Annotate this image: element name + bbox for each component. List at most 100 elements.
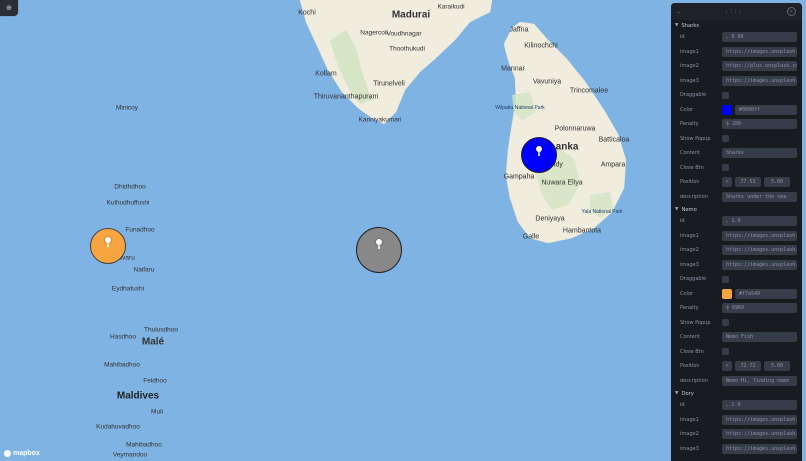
row-label: Draggable — [680, 276, 707, 283]
folder-toggle-icon: ▼ — [675, 391, 679, 396]
position-y-input[interactable]: 5.00 — [764, 361, 790, 372]
row-color: Color #0000ff — [671, 103, 802, 118]
marker-sharks[interactable] — [521, 137, 557, 173]
image2-input[interactable]: https://images.unsplash.com — [722, 429, 797, 440]
map-label: Naifaru — [133, 266, 155, 274]
collapse-icon[interactable]: ⌄ — [677, 8, 681, 15]
row-label: image1 — [680, 48, 699, 55]
color-swatch[interactable] — [722, 288, 732, 299]
map-label: Gampaha — [503, 173, 535, 181]
marker-dory[interactable] — [356, 227, 402, 273]
folder-sharks[interactable]: ▼ Sharks — [671, 21, 802, 30]
image2-input[interactable]: https://images.unsplash.com — [722, 245, 797, 256]
row-label: Penalty — [680, 305, 699, 312]
description-input[interactable]: Nemo Hi, finding nemo — [722, 375, 797, 386]
folder-group: ▼ Sharks id 0.00 image1 https://images.uns… — [671, 21, 802, 204]
show-popup-checkbox[interactable] — [722, 319, 729, 327]
row-color: Color #f7a540 — [671, 287, 802, 302]
map-label: Karaikudi — [437, 3, 465, 11]
row-id: id 2.0 — [671, 398, 802, 413]
image1-input[interactable]: https://images.unsplash.com — [722, 414, 797, 425]
show-popup-checkbox[interactable] — [722, 135, 729, 143]
content-input[interactable]: Nemo Fish — [722, 332, 797, 343]
folder-nemo[interactable]: ▼ Nemo — [671, 205, 802, 214]
map-label: Kochi — [298, 9, 316, 17]
color-input[interactable]: #0000ff — [735, 104, 797, 115]
close-icon[interactable]: × — [786, 7, 796, 16]
folder-dory[interactable]: ▼ Dory — [671, 389, 802, 398]
map-label: Jaffna — [509, 26, 529, 34]
folder-title: Sharks — [681, 22, 700, 29]
image2-input[interactable]: https://plus.unsplash.com — [722, 61, 797, 72]
folder-group: ▼ Dory id 2.0 image1 https://images.unspla… — [671, 389, 802, 456]
panel-folders: ▼ Sharks id 0.00 image1 https://images.uns… — [671, 21, 802, 456]
description-input[interactable]: Sharks under the sea — [722, 191, 797, 202]
map-label: Thulusdhoo — [144, 326, 178, 334]
row-label: Position — [680, 179, 700, 186]
row-label: image1 — [680, 416, 699, 423]
draggable-checkbox[interactable] — [722, 91, 729, 99]
map-menu-button[interactable]: ⊕ — [0, 0, 19, 17]
image3-input[interactable]: https://images.unsplash.com — [722, 259, 797, 270]
map-label: Thiruvananthapuram — [313, 93, 379, 101]
image1-input[interactable]: https://images.unsplash.com — [722, 46, 797, 57]
row-description: description Sharks under the sea — [671, 190, 802, 205]
drag-handle[interactable]: :::: — [725, 8, 743, 15]
map-label: Polonnaruwa — [554, 125, 596, 133]
position-x-input[interactable]: 77.53 — [735, 177, 761, 188]
image3-input[interactable]: https://images.unsplash.com — [722, 443, 797, 454]
row-label: Show Popup — [680, 319, 711, 326]
map-label: Madurai — [391, 9, 431, 21]
id-input[interactable]: 1.0 — [722, 216, 797, 227]
image1-input[interactable]: https://images.unsplash.com — [722, 230, 797, 241]
position-y-input[interactable]: 5.00 — [764, 177, 790, 188]
marker-nemo[interactable] — [90, 228, 126, 264]
map-label: Kulhudhuffushi — [106, 199, 150, 207]
map-label: Batticaloa — [598, 136, 630, 144]
row-position: Position <72.72 5.00 — [671, 359, 802, 374]
position-reset-button[interactable]: < — [722, 361, 732, 372]
map-label: Hasdhoo — [109, 333, 137, 341]
id-input[interactable]: 0.00 — [722, 32, 797, 43]
map-label: Muli — [151, 408, 163, 416]
row-label: description — [680, 193, 708, 200]
map-label: Mannar — [501, 65, 525, 73]
map-label: Feldhoo — [143, 377, 167, 385]
penalty-input[interactable]: $ 200 — [722, 119, 797, 130]
row-label: Close Btn — [680, 164, 704, 171]
close-btn-checkbox[interactable] — [722, 348, 729, 356]
row-content: Content Nemo Fish — [671, 330, 802, 345]
position-reset-button[interactable]: < — [722, 177, 732, 188]
color-input[interactable]: #f7a540 — [735, 288, 797, 299]
row-id: id 0.00 — [671, 30, 802, 45]
map-label: Veymandoo — [112, 451, 148, 459]
row-label: image2 — [680, 247, 699, 254]
map-label: Kudahuvadhoo — [96, 423, 140, 431]
row-position: Position <77.53 5.00 — [671, 175, 802, 190]
row-show_popup: Show Popup — [671, 132, 802, 147]
row-image2: image2 https://images.unsplash.com — [671, 427, 802, 442]
id-input[interactable]: 2.0 — [722, 400, 797, 411]
pin-icon — [536, 146, 542, 153]
folder-group: ▼ Nemo id 1.0 image1 https://images.unspla… — [671, 205, 802, 388]
row-image2: image2 https://plus.unsplash.com — [671, 59, 802, 74]
controls-panel: ⌄ :::: × ▼ Sharks id0.00 image1https://i… — [671, 3, 802, 461]
penalty-input[interactable]: $ 6969 — [722, 303, 797, 314]
content-input[interactable]: Sharks — [722, 148, 797, 159]
position-x-input[interactable]: 72.72 — [735, 361, 761, 372]
folder-title: Dory — [681, 390, 694, 397]
mapbox-logo-icon — [4, 450, 11, 457]
map-label: Kilinochchi — [524, 42, 558, 50]
row-label: Close Btn — [680, 348, 704, 355]
panel-header[interactable]: ⌄ :::: × — [671, 3, 802, 20]
map-label: Wilpattu National Park — [495, 105, 545, 111]
image3-input[interactable]: https://images.unsplash.com — [722, 75, 797, 86]
map-label: Vavuniya — [532, 78, 562, 86]
color-swatch[interactable] — [722, 104, 732, 115]
mapbox-logo[interactable]: mapbox — [4, 450, 40, 457]
draggable-checkbox[interactable] — [722, 275, 729, 283]
map-label: Mahibadhoo — [126, 441, 162, 449]
close-btn-checkbox[interactable] — [722, 164, 729, 172]
map-label: Kollam — [315, 70, 337, 78]
row-draggable: Draggable — [671, 88, 802, 103]
